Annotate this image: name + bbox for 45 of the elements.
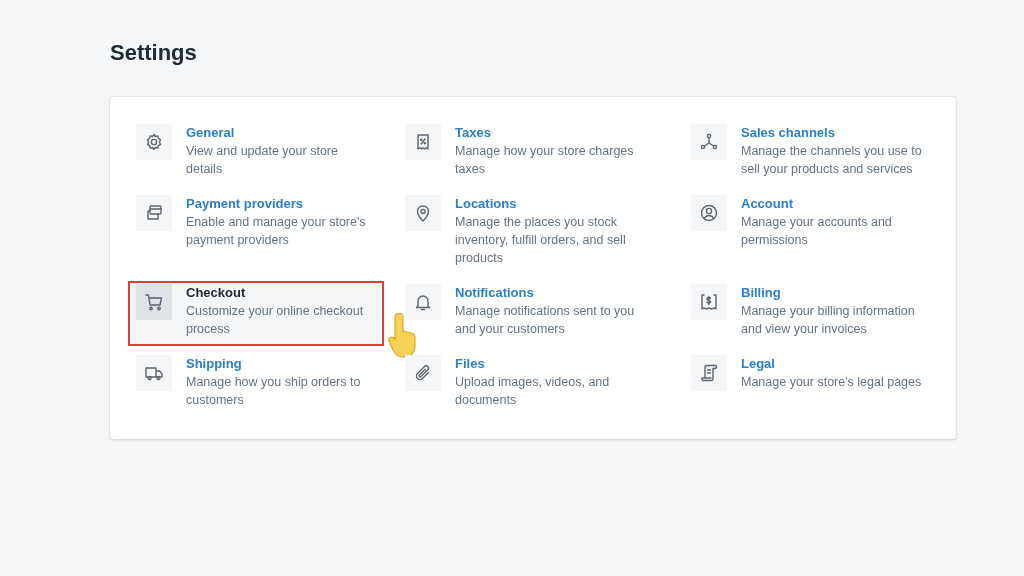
- item-description: Manage your store's legal pages: [741, 374, 922, 391]
- item-description: Upload images, videos, and documents: [455, 374, 611, 409]
- item-description: View and update your store details: [186, 143, 339, 178]
- cart-icon: [144, 292, 164, 312]
- item-title: Sales channels: [741, 124, 836, 142]
- settings-item[interactable]: Legal Manage your store's legal pages: [685, 354, 937, 415]
- user-icon: [699, 203, 719, 223]
- settings-item[interactable]: Taxes Manage how your store charges taxes: [399, 123, 651, 184]
- item-description: Manage how you ship orders to customers: [186, 374, 362, 409]
- item-title: General: [186, 124, 236, 142]
- item-title: Billing: [741, 284, 782, 302]
- item-title: Files: [455, 355, 486, 373]
- settings-item[interactable]: Shipping Manage how you ship orders to customers: [130, 354, 382, 415]
- item-description: Manage your billing information and view your invoices: [741, 303, 916, 338]
- item-description: Manage how your store charges taxes: [455, 143, 635, 178]
- hand-cursor-icon: [388, 313, 418, 359]
- item-description: Manage the places you stock inventory, fulfill orders, and sell products: [455, 214, 627, 267]
- item-description: Enable and manage your store's payment providers: [186, 214, 367, 249]
- bell-icon: [413, 292, 433, 312]
- scroll-icon: [699, 363, 719, 383]
- item-title: Payment providers: [186, 195, 305, 213]
- item-title: Taxes: [455, 124, 492, 142]
- page-title: Settings: [110, 40, 198, 66]
- settings-item[interactable]: General View and update your store details: [130, 123, 382, 184]
- settings-item[interactable]: Locations Manage the places you stock inventory, fulfill orders, and sell products: [399, 194, 651, 273]
- receipt-icon: [699, 292, 719, 312]
- item-description: Manage your accounts and permissions: [741, 214, 893, 249]
- settings-item[interactable]: Files Upload images, videos, and documents: [399, 354, 651, 415]
- item-title: Legal: [741, 355, 776, 373]
- item-title: Account: [741, 195, 794, 213]
- settings-item[interactable]: Notifications Manage notifications sent to you and your customers: [399, 283, 651, 344]
- settings-item[interactable]: Payment providers Enable and manage your store's payment providers: [130, 194, 382, 273]
- item-title: Notifications: [455, 284, 535, 302]
- settings-item[interactable]: Account Manage your accounts and permissions: [685, 194, 937, 273]
- settings-item[interactable]: Billing Manage your billing information and view your invoices: [685, 283, 937, 344]
- nodes-icon: [699, 132, 719, 152]
- item-description: Manage notifications sent to you and your customers: [455, 303, 636, 338]
- item-title: Locations: [455, 195, 518, 213]
- cards-icon: [144, 203, 164, 223]
- item-title: Shipping: [186, 355, 243, 373]
- item-title: Checkout: [186, 284, 247, 302]
- gear-icon: [144, 132, 164, 152]
- settings-item[interactable]: Sales channels Manage the channels you use to sell your products and services: [685, 123, 937, 184]
- item-description: Customize your online checkout process: [186, 303, 365, 338]
- item-description: Manage the channels you use to sell your products and services: [741, 143, 923, 178]
